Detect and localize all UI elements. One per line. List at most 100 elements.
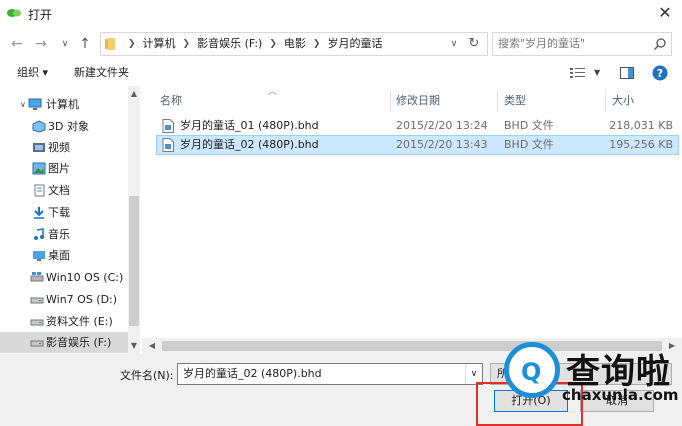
- search-input[interactable]: 搜索"岁月的童话": [498, 33, 585, 55]
- recent-locations-button[interactable]: ∨: [56, 35, 74, 53]
- folder-icon: [105, 38, 115, 50]
- column-header-modified[interactable]: 修改日期: [396, 92, 440, 110]
- sidebar-item-label: Win7 OS (D:): [46, 293, 118, 306]
- video-icon: [33, 143, 45, 152]
- scroll-down-icon[interactable]: ▼: [128, 340, 140, 352]
- column-separator[interactable]: [605, 90, 606, 112]
- new-folder-button[interactable]: 新建文件夹: [74, 63, 129, 83]
- preview-pane-icon: [620, 67, 634, 79]
- sidebar-item-drive-c[interactable]: Win10 OS (C:): [0, 267, 128, 288]
- breadcrumb-item[interactable]: 计算机: [143, 33, 176, 55]
- file-list: ︿ 名称 修改日期 类型 大小 岁月的童话_01 (480P).bhd 2015…: [142, 86, 682, 342]
- file-name: 岁月的童话_01 (480P).bhd: [180, 119, 319, 132]
- close-button[interactable]: ✕: [654, 2, 676, 24]
- file-name: 岁月的童话_02 (480P).bhd: [180, 138, 319, 151]
- watermark-logo: Q 查询啦 chaxunla.com: [500, 336, 682, 426]
- arrow-left-icon: ←: [11, 36, 23, 52]
- chevron-right-icon: ❯: [128, 39, 136, 49]
- sidebar-item-label: 影音娱乐 (F:): [46, 336, 112, 349]
- column-header-name[interactable]: 名称: [160, 92, 182, 110]
- chevron-down-icon: ∨: [20, 100, 26, 109]
- file-size: 195,256 KB: [609, 138, 673, 151]
- address-bar[interactable]: ❯ 计算机 ❯ 影音娱乐 (F:) ❯ 电影 ❯ 岁月的童话 ∨ ↻: [100, 32, 488, 56]
- refresh-button[interactable]: ↻: [465, 33, 483, 55]
- file-size: 218,031 KB: [609, 119, 673, 132]
- chevron-down-icon: ∨: [450, 39, 458, 49]
- file-row[interactable]: 岁月的童话_02 (480P).bhd 2015/2/20 13:43 BHD …: [156, 135, 679, 155]
- computer-icon: [28, 98, 42, 110]
- sidebar-item-computer[interactable]: ∨ 计算机: [0, 94, 128, 115]
- column-separator[interactable]: [497, 90, 498, 112]
- arrow-up-icon: ↑: [79, 36, 91, 52]
- sidebar-scrollbar[interactable]: ▲ ▼: [128, 86, 140, 356]
- file-row[interactable]: 岁月的童话_01 (480P).bhd 2015/2/20 13:24 BHD …: [156, 116, 679, 136]
- breadcrumb-item[interactable]: 电影: [284, 33, 306, 55]
- chevron-right-icon: ❯: [269, 39, 277, 49]
- sidebar-item-desktop[interactable]: 桌面: [0, 245, 128, 266]
- sidebar-item-pictures[interactable]: 图片: [0, 158, 128, 179]
- sidebar-item-3d-objects[interactable]: 3D 对象: [0, 116, 128, 137]
- file-modified: 2015/2/20 13:43: [396, 138, 488, 151]
- sidebar-item-downloads[interactable]: 下载: [0, 202, 128, 223]
- sidebar-item-label: 视频: [48, 141, 70, 154]
- sidebar-item-label: 下载: [48, 206, 70, 219]
- organize-button[interactable]: 组织 ▾: [17, 63, 48, 83]
- file-type: BHD 文件: [504, 119, 554, 132]
- drive-icon: [30, 340, 44, 347]
- sidebar-item-label: 文档: [48, 184, 70, 197]
- up-button[interactable]: ↑: [76, 35, 94, 53]
- svg-text:?: ?: [657, 67, 663, 80]
- music-icon: [34, 228, 44, 240]
- filename-input[interactable]: 岁月的童话_02 (480P).bhd ∨: [177, 363, 483, 385]
- column-header-size[interactable]: 大小: [612, 92, 634, 110]
- drive-icon: [30, 272, 44, 282]
- app-icon: [7, 9, 21, 17]
- chevron-right-icon: ❯: [312, 39, 321, 49]
- watermark-domain: chaxunla.com: [562, 386, 679, 404]
- navigation-bar: ← → ∨ ↑ ❯ 计算机 ❯ 影音娱乐 (F:) ❯ 电影 ❯ 岁月的童话 ∨…: [0, 28, 682, 60]
- file-type: BHD 文件: [504, 138, 554, 151]
- chevron-down-icon: ∨: [61, 39, 69, 49]
- forward-button[interactable]: →: [32, 35, 50, 53]
- sidebar-item-music[interactable]: 音乐: [0, 224, 128, 245]
- sidebar-item-drive-d[interactable]: Win7 OS (D:): [0, 289, 128, 310]
- caret-down-icon: ▼: [594, 68, 601, 77]
- arrow-right-icon: →: [35, 36, 47, 52]
- column-header-type[interactable]: 类型: [504, 92, 526, 110]
- column-separator[interactable]: [390, 90, 391, 112]
- navigation-pane: ∨ 计算机 3D 对象 视频 图片 文档 下载 音乐 桌面 Win10 OS (…: [0, 86, 140, 356]
- back-button[interactable]: ←: [8, 35, 26, 53]
- drive-icon: [30, 297, 44, 304]
- watermark-q: Q: [521, 358, 542, 386]
- sidebar-item-label: Win10 OS (C:): [46, 271, 124, 284]
- sidebar-item-video[interactable]: 视频: [0, 137, 128, 158]
- breadcrumb-item[interactable]: 岁月的童话: [327, 33, 382, 55]
- pictures-icon: [32, 162, 46, 175]
- drive-icon: [30, 319, 44, 326]
- help-icon: ?: [652, 65, 668, 81]
- sidebar-scroll-thumb[interactable]: [129, 196, 139, 326]
- refresh-icon: ↻: [468, 36, 480, 51]
- sidebar-item-drive-f[interactable]: 影音娱乐 (F:): [0, 332, 128, 353]
- sort-ascending-icon: ︿: [268, 87, 278, 97]
- title-bar: 打开 ✕: [0, 0, 682, 28]
- scroll-up-icon[interactable]: ▲: [128, 88, 140, 100]
- view-list-icon: [570, 68, 585, 78]
- scroll-left-icon[interactable]: ◀: [146, 340, 158, 352]
- sidebar-item-documents[interactable]: 文档: [0, 180, 128, 201]
- sidebar-item-label: 3D 对象: [48, 120, 89, 133]
- breadcrumb-item[interactable]: 影音娱乐 (F:): [197, 33, 262, 55]
- preview-pane-button[interactable]: [620, 63, 636, 83]
- sidebar-item-label: 图片: [48, 162, 70, 175]
- help-button[interactable]: ?: [652, 63, 668, 83]
- filename-value: 岁月的童话_02 (480P).bhd: [183, 367, 322, 380]
- sidebar-item-label: 计算机: [46, 98, 79, 111]
- sidebar-item-drive-e[interactable]: 资料文件 (E:): [0, 311, 128, 332]
- filename-label: 文件名(N):: [120, 369, 174, 382]
- file-icon: [162, 119, 174, 133]
- address-dropdown-button[interactable]: ∨: [447, 33, 461, 55]
- filename-dropdown-button[interactable]: ∨: [465, 364, 482, 384]
- view-options-button[interactable]: ▼: [570, 63, 604, 83]
- sidebar-item-label: 资料文件 (E:): [46, 315, 113, 328]
- search-box[interactable]: 搜索"岁月的童话": [492, 32, 672, 56]
